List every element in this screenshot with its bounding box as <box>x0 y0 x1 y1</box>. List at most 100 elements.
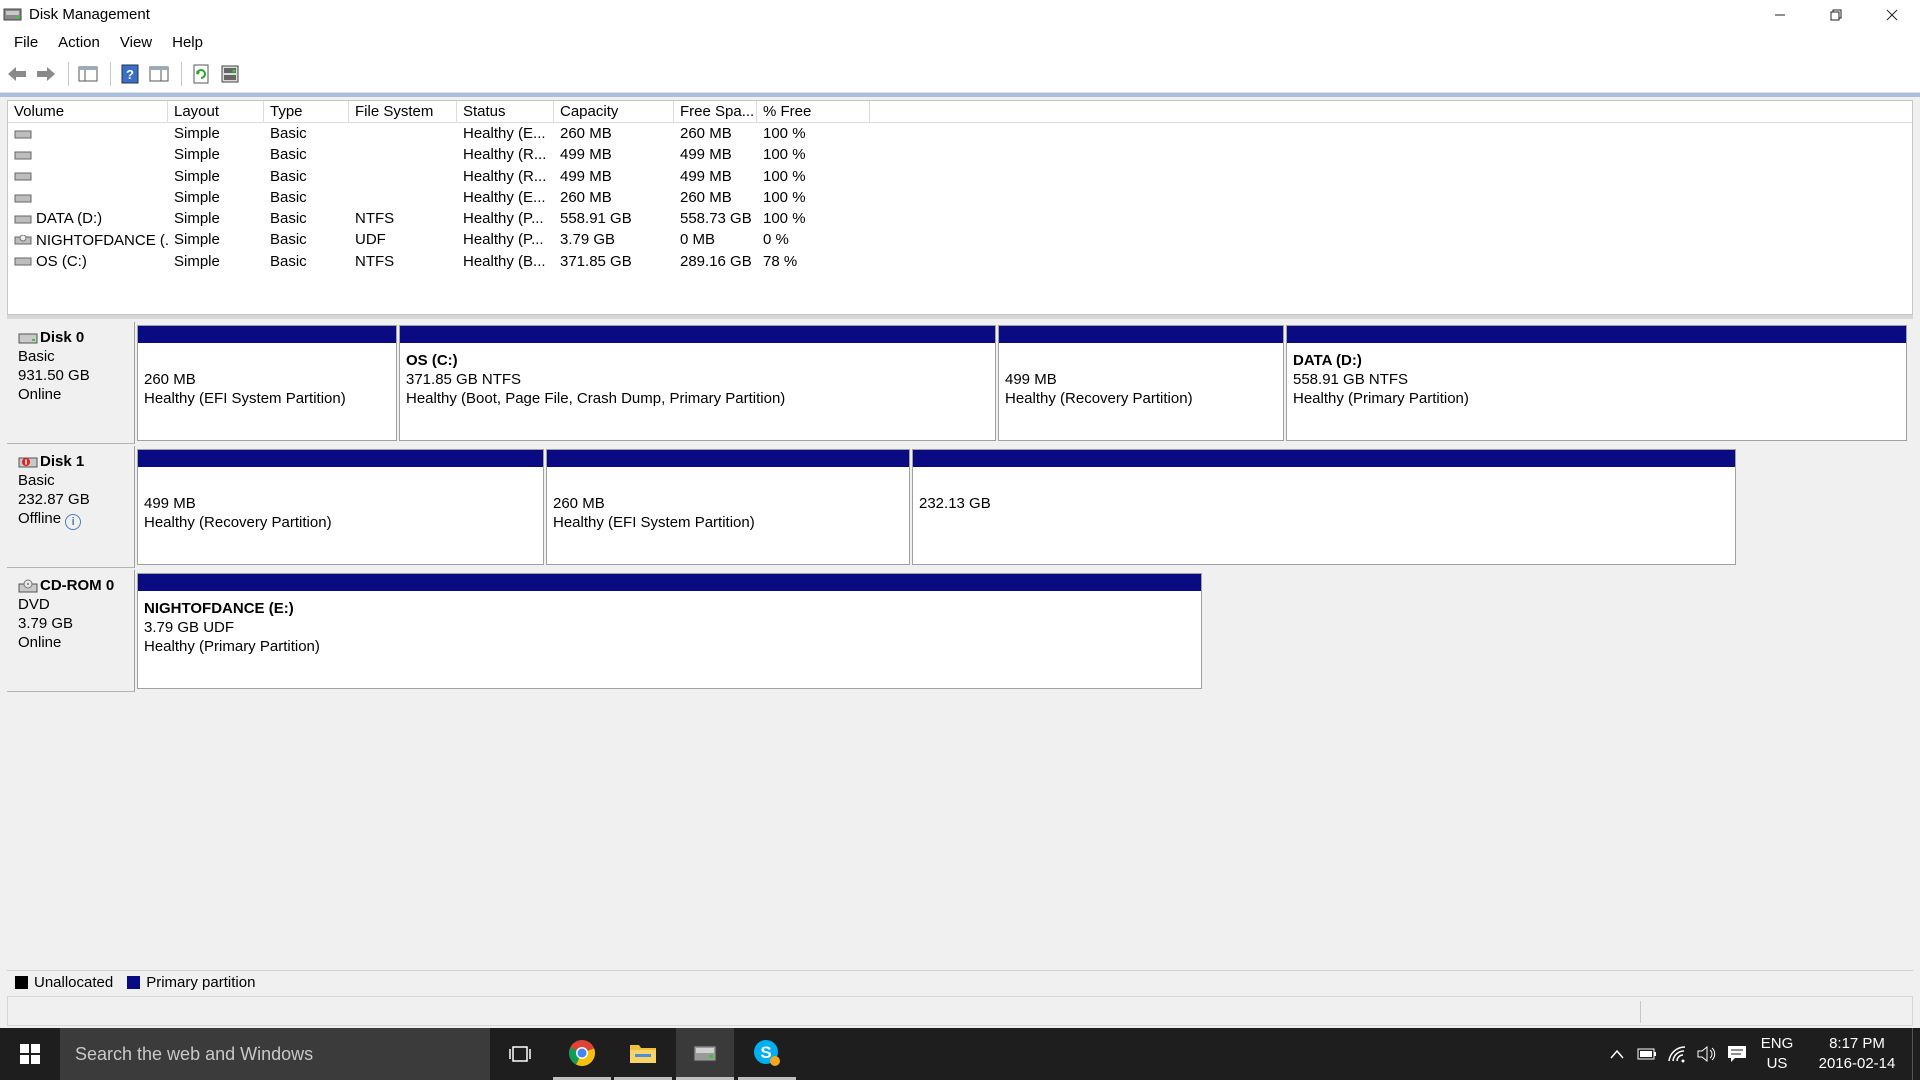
skype-taskbar-button[interactable]: S <box>738 1028 796 1080</box>
minimize-button[interactable] <box>1752 0 1808 29</box>
back-button[interactable] <box>4 61 30 87</box>
cell-status: Healthy (P... <box>463 210 544 228</box>
show-desktop-button[interactable] <box>1912 1028 1920 1080</box>
disk-row-disk-0: Disk 0 Basic 931.50 GB Online 260 MB Hea… <box>7 322 1913 444</box>
column-header-percent-free[interactable]: % Free <box>757 101 870 122</box>
cell-volume <box>8 166 168 187</box>
partition-recovery-499mb[interactable]: 499 MB Healthy (Recovery Partition) <box>137 449 544 565</box>
title-bar: Disk Management <box>0 0 1920 29</box>
show-hidden-icons-button[interactable] <box>1602 1049 1632 1059</box>
properties-button[interactable] <box>146 61 172 87</box>
cell-status: Healthy (B... <box>463 252 546 270</box>
volume-row[interactable]: DATA (D:) Simple Basic NTFS Healthy (P... 558… <box>8 208 1912 229</box>
cell-percent-free: 0 % <box>763 231 789 249</box>
partition-name <box>144 351 390 370</box>
start-button[interactable] <box>0 1028 60 1080</box>
partition-size: 371.85 GB NTFS <box>406 371 522 388</box>
partition-efi-260mb[interactable]: 260 MB Healthy (EFI System Partition) <box>546 449 910 565</box>
cell-free-space: 289.16 GB <box>680 252 752 270</box>
cell-status: Healthy (P... <box>463 231 544 249</box>
cell-file-system: UDF <box>355 231 386 249</box>
cell-free-space: 260 MB <box>680 188 732 206</box>
volume-row[interactable]: Simple Basic Healthy (E... 260 MB 260 MB 100 … <box>8 123 1912 144</box>
partition-size: 232.13 GB <box>919 495 991 512</box>
legend: Unallocated Primary partition <box>7 970 1913 994</box>
volume-row[interactable]: Simple Basic Healthy (E... 260 MB 260 MB 100 … <box>8 187 1912 208</box>
show-hide-console-tree-button[interactable] <box>75 61 101 87</box>
skype-icon: S <box>754 1039 780 1066</box>
cell-capacity: 3.79 GB <box>560 231 616 249</box>
volume-row[interactable]: NIGHTOFDANCE (... Simple Basic UDF Healthy (… <box>8 229 1912 250</box>
partition-efi-260mb[interactable]: 260 MB Healthy (EFI System Partition) <box>137 325 397 441</box>
primary-partition-bar <box>999 326 1283 343</box>
help-button[interactable]: ? <box>117 61 143 87</box>
volume-button[interactable] <box>1692 1046 1722 1062</box>
action-center-button[interactable] <box>1722 1045 1752 1063</box>
menu-file[interactable]: File <box>4 34 48 51</box>
disk-label-cdrom-0[interactable]: CD-ROM 0 DVD 3.79 GB Online <box>7 570 135 692</box>
cell-percent-free: 100 % <box>763 167 806 185</box>
taskbar-search-box[interactable]: Search the web and Windows <box>60 1028 490 1080</box>
cell-layout: Simple <box>174 125 220 142</box>
partition-nightofdance-e[interactable]: NIGHTOFDANCE (E:) 3.79 GB UDF Healthy (P… <box>137 573 1202 689</box>
menu-bar: File Action View Help <box>0 29 1920 55</box>
menu-action[interactable]: Action <box>48 34 110 51</box>
volume-name: NIGHTOFDANCE (... <box>36 231 168 249</box>
forward-button[interactable] <box>33 61 59 87</box>
volume-row[interactable]: Simple Basic Healthy (R... 499 MB 499 MB 100 … <box>8 144 1912 165</box>
pane-splitter[interactable] <box>7 315 1913 319</box>
partition-232gb[interactable]: 232.13 GB <box>912 449 1736 565</box>
column-header-file-system[interactable]: File System <box>349 101 457 122</box>
hard-disk-offline-icon <box>18 457 38 467</box>
info-icon[interactable]: i <box>65 514 82 530</box>
file-explorer-taskbar-button[interactable] <box>614 1028 672 1080</box>
folder-icon <box>630 1044 656 1063</box>
language-code: ENG <box>1760 1035 1794 1052</box>
partition-data-d[interactable]: DATA (D:) 558.91 GB NTFS Healthy (Primar… <box>1286 325 1907 441</box>
status-bar <box>7 996 1913 1026</box>
disk-label-disk-0[interactable]: Disk 0 Basic 931.50 GB Online <box>7 322 135 444</box>
close-button[interactable] <box>1864 0 1920 29</box>
cell-layout: Simple <box>174 146 220 164</box>
rescan-disks-button[interactable] <box>217 61 243 87</box>
cell-volume: OS (C:) <box>8 251 168 272</box>
column-header-status[interactable]: Status <box>457 101 554 122</box>
volume-row[interactable]: OS (C:) Simple Basic NTFS Healthy (B... 371.8… <box>8 251 1912 272</box>
partition-os-c[interactable]: OS (C:) 371.85 GB NTFS Healthy (Boot, Pa… <box>399 325 996 441</box>
column-header-free-space[interactable]: Free Spa... <box>674 101 757 122</box>
clock[interactable]: 8:17 PM 2016-02-14 <box>1802 1034 1912 1074</box>
menu-view[interactable]: View <box>110 34 162 51</box>
disk-label-disk-1[interactable]: Disk 1 Basic 232.87 GB Offline i <box>7 446 135 568</box>
column-header-layout[interactable]: Layout <box>168 101 264 122</box>
volume-row[interactable]: Simple Basic Healthy (R... 499 MB 499 MB 100 … <box>8 166 1912 187</box>
volume-list: Volume Layout Type File System Status Ca… <box>7 100 1913 315</box>
cell-percent-free: 78 % <box>763 252 798 270</box>
battery-button[interactable] <box>1632 1048 1662 1060</box>
disk-0-partitions: 260 MB Healthy (EFI System Partition) OS… <box>137 325 1912 441</box>
cell-volume <box>8 144 168 165</box>
chrome-taskbar-button[interactable] <box>553 1028 611 1080</box>
cell-free-space: 499 MB <box>680 167 732 185</box>
cell-percent-free: 100 % <box>763 125 806 142</box>
disk-row-disk-1: Disk 1 Basic 232.87 GB Offline i 499 MB H… <box>7 446 1913 568</box>
column-header-capacity[interactable]: Capacity <box>554 101 674 122</box>
volume-list-rows: Simple Basic Healthy (E... 260 MB 260 MB 100 … <box>8 123 1912 272</box>
task-view-button[interactable] <box>491 1028 549 1080</box>
svg-text:S: S <box>760 1043 771 1062</box>
restore-button[interactable] <box>1808 0 1864 29</box>
disk-management-taskbar-button[interactable] <box>676 1028 734 1080</box>
input-language-indicator[interactable]: ENG US <box>1752 1034 1802 1074</box>
column-header-type[interactable]: Type <box>264 101 349 122</box>
cell-file-system <box>349 144 457 165</box>
refresh-button[interactable] <box>188 61 214 87</box>
disk-graphical-view: Disk 0 Basic 931.50 GB Online 260 MB Hea… <box>7 322 1913 994</box>
partition-recovery-499mb[interactable]: 499 MB Healthy (Recovery Partition) <box>998 325 1284 441</box>
cell-type: Basic <box>270 231 307 249</box>
cell-type: Basic <box>270 167 307 185</box>
menu-help[interactable]: Help <box>162 34 213 51</box>
column-header-volume[interactable]: Volume <box>8 101 168 122</box>
partition-size: 260 MB <box>553 495 605 512</box>
restore-icon <box>1830 9 1842 20</box>
network-button[interactable] <box>1662 1045 1692 1063</box>
cell-free-space: 499 MB <box>680 146 732 164</box>
